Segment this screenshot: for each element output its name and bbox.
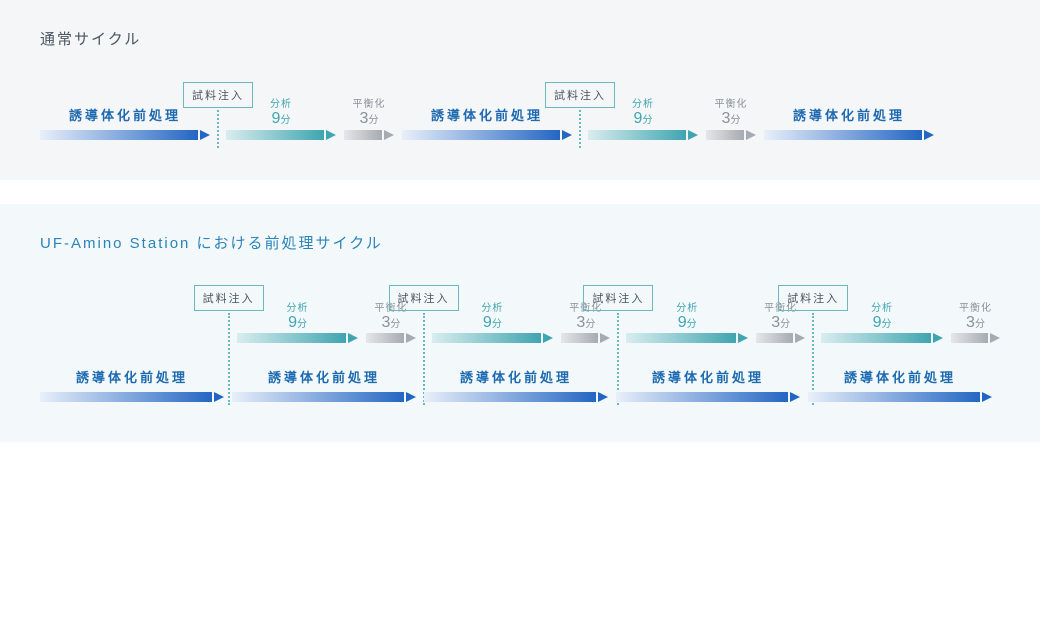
deriv-step: 誘導体化前処理 — [424, 367, 608, 402]
equilibration-step: 平衡化 3分 — [951, 303, 1000, 344]
analysis-step: 分析 9分 — [588, 99, 698, 140]
analysis-arrow — [821, 333, 943, 343]
deriv-arrow — [764, 130, 934, 140]
arrow-head-icon — [214, 392, 224, 402]
equilibration-time: 平衡化 3分 — [353, 99, 386, 128]
arrow-head-icon — [598, 392, 608, 402]
arrow-head-icon — [790, 392, 800, 402]
analysis-time: 分析 9分 — [287, 303, 309, 332]
equilibration-step: 平衡化 3分 — [344, 99, 394, 140]
arrow-head-icon — [688, 130, 698, 140]
deriv-label: 誘導体化前処理 — [793, 105, 905, 124]
deriv-label: 誘導体化前処理 — [268, 367, 380, 386]
deriv-step: 誘導体化前処理 — [808, 367, 992, 402]
equilibration-arrow — [951, 333, 1000, 343]
arrow-head-icon — [990, 333, 1000, 343]
arrow-head-icon — [924, 130, 934, 140]
equilibration-time: 平衡化 3分 — [715, 99, 748, 128]
analysis-time: 分析 9分 — [481, 303, 503, 332]
deriv-step: 誘導体化前処理 — [40, 367, 224, 402]
arrow-head-icon — [746, 130, 756, 140]
analysis-time: 分析 9分 — [871, 303, 893, 332]
ufamino-analysis-row: 試料注入 分析 9分 平衡化 3分 試料注入 — [40, 303, 1000, 344]
deriv-label: 誘導体化前処理 — [431, 105, 543, 124]
analysis-arrow — [432, 333, 554, 343]
ufamino-cycle-panel: UF-Amino Station における前処理サイクル 試料注入 分析 9分 … — [0, 204, 1040, 443]
ufamino-cycle-title: UF-Amino Station における前処理サイクル — [40, 232, 1000, 253]
deriv-arrow — [616, 392, 800, 402]
equilibration-arrow — [706, 130, 756, 140]
analysis-time: 分析 9分 — [270, 99, 292, 128]
ufamino-deriv-row: 誘導体化前処理 誘導体化前処理 誘導体化前処理 誘導体化前処理 誘導体化前処理 — [40, 367, 1000, 402]
deriv-arrow — [232, 392, 416, 402]
normal-cycle-row: 誘導体化前処理 試料注入 分析 9分 平衡化 — [40, 99, 1000, 140]
deriv-label: 誘導体化前処理 — [652, 367, 764, 386]
arrow-head-icon — [738, 333, 748, 343]
deriv-step: 誘導体化前処理 — [232, 367, 416, 402]
analysis-time: 分析 9分 — [632, 99, 654, 128]
analysis-arrow — [626, 333, 748, 343]
arrow-head-icon — [982, 392, 992, 402]
injection-dotted-line-icon — [579, 110, 581, 148]
deriv-label: 誘導体化前処理 — [460, 367, 572, 386]
arrow-head-icon — [543, 333, 553, 343]
analysis-step: 分析 9分 — [226, 99, 336, 140]
deriv-arrow — [808, 392, 992, 402]
normal-cycle-title: 通常サイクル — [40, 28, 1000, 49]
deriv-step: 誘導体化前処理 — [764, 105, 934, 140]
analysis-arrow — [588, 130, 698, 140]
arrow-head-icon — [348, 333, 358, 343]
deriv-arrow — [424, 392, 608, 402]
normal-cycle-panel: 通常サイクル 誘導体化前処理 試料注入 分析 9分 — [0, 0, 1040, 180]
arrow-head-icon — [326, 130, 336, 140]
analysis-step: 分析 9分 — [237, 303, 359, 344]
analysis-step: 分析 9分 — [626, 303, 748, 344]
deriv-label: 誘導体化前処理 — [844, 367, 956, 386]
arrow-head-icon — [933, 333, 943, 343]
equilibration-time: 平衡化 3分 — [959, 303, 992, 332]
analysis-time: 分析 9分 — [676, 303, 698, 332]
arrow-head-icon — [384, 130, 394, 140]
deriv-step: 誘導体化前処理 — [616, 367, 800, 402]
equilibration-arrow — [344, 130, 394, 140]
deriv-label: 誘導体化前処理 — [76, 367, 188, 386]
deriv-label: 誘導体化前処理 — [69, 105, 181, 124]
analysis-arrow — [237, 333, 359, 343]
analysis-step: 分析 9分 — [432, 303, 554, 344]
analysis-arrow — [226, 130, 336, 140]
deriv-arrow — [40, 392, 224, 402]
analysis-step: 分析 9分 — [821, 303, 943, 344]
injection-dotted-line-icon — [217, 110, 219, 148]
equilibration-step: 平衡化 3分 — [706, 99, 756, 140]
arrow-head-icon — [406, 392, 416, 402]
